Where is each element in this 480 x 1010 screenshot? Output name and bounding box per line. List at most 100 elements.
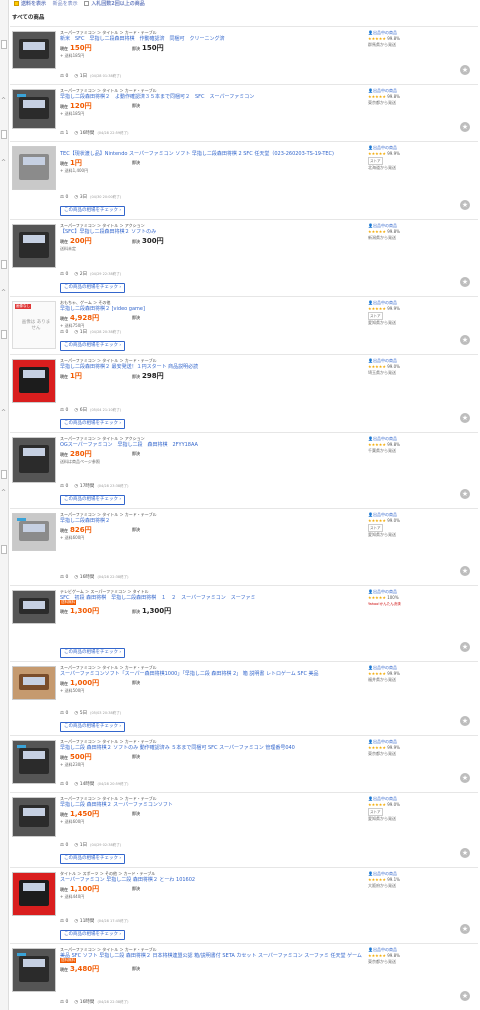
chevron-icon[interactable]: ^	[1, 290, 6, 296]
seller-items-label: 出品中の商品	[372, 88, 397, 93]
item-thumbnail[interactable]	[12, 89, 56, 129]
item-thumbnail[interactable]	[12, 359, 56, 403]
cartridge-label	[23, 601, 45, 609]
watchlist-star-icon[interactable]: ★	[460, 848, 470, 858]
watchlist-star-icon[interactable]: ★	[460, 122, 470, 132]
item-thumbnail[interactable]	[12, 224, 56, 268]
end-time: (05/03 20:38終了)	[90, 711, 122, 715]
watchlist-star-icon[interactable]: ★	[460, 991, 470, 1001]
item-title-link[interactable]: 美品 SFC ソフト 早指し二段 森田将棋２ 日本将棋連盟公認 箱/説明書付 S…	[60, 952, 370, 959]
item-title-link[interactable]: スーパーファミコン 早指し二段 森田将棋２ とーわ 101602	[60, 876, 370, 883]
current-price: 現在 1円	[60, 158, 82, 168]
item-title-link[interactable]: 新米 SFC 早指し二段森田将棋 作動確認済 同梱可 クリーニング済	[60, 35, 370, 42]
watchlist-star-icon[interactable]: ★	[460, 773, 470, 783]
item-meta: ⚖ 0 ◷ 6日 (05/04 21:10終了)	[60, 407, 121, 413]
market-price-button[interactable]: この商品の相場をチェック ›	[60, 206, 126, 216]
item-title-link[interactable]: 早指し二段森田将棋２ [video game]	[60, 305, 370, 312]
market-price-button[interactable]: この商品の相場をチェック ›	[60, 341, 126, 351]
buynow-label: 即決	[132, 754, 140, 759]
thumb-tag	[17, 518, 26, 521]
buynow-price-value: 1,300円	[142, 607, 172, 615]
cartridge-label	[23, 370, 45, 378]
item-title-link[interactable]: 早指し二段 森田将棋２ ソフトのみ 動作確認済み ５本まで同梱可 SFC スーパ…	[60, 744, 370, 751]
current-label: 現在	[60, 887, 68, 892]
buynow-price: 即決	[132, 525, 142, 533]
time-left: ◷ 5日	[74, 711, 87, 716]
chevron-icon[interactable]: ^	[1, 410, 6, 416]
item-title-link[interactable]: スーパーファミコンソフト「スーパー森田将棋1000」「早指し二段 森田将棋 2」…	[60, 670, 370, 677]
item-thumbnail[interactable]	[12, 740, 56, 784]
item-title-link[interactable]: 【SFC】早指し二段森田将棋２ ソフトのみ	[60, 228, 370, 235]
market-price-button[interactable]: この商品の相場をチェック ›	[60, 419, 126, 429]
rail-handle[interactable]	[1, 545, 7, 554]
cartridge-label	[23, 959, 45, 967]
buynow-price: 即決	[132, 678, 142, 686]
rail-handle[interactable]	[1, 40, 7, 49]
item-meta: ⚖ 0 ◷ 17時間 (04/28 23:38終了)	[60, 483, 128, 489]
watchlist-star-icon[interactable]: ★	[460, 716, 470, 726]
filter-bids-2plus[interactable]: 入札回数2回以上の商品	[84, 1, 145, 7]
item-thumbnail[interactable]	[12, 31, 56, 69]
market-price-button[interactable]: この商品の相場をチェック ›	[60, 930, 126, 940]
market-price-button[interactable]: この商品の相場をチェック ›	[60, 495, 126, 505]
chevron-icon[interactable]: ^	[1, 490, 6, 496]
current-price-value: 4,928円	[70, 314, 100, 322]
watchlist-star-icon[interactable]: ★	[460, 489, 470, 499]
checkbox-icon[interactable]	[84, 1, 90, 6]
watchlist-star-icon[interactable]: ★	[460, 566, 470, 576]
rail-handle[interactable]	[1, 470, 7, 479]
item-thumbnail[interactable]	[12, 666, 56, 700]
item-thumbnail[interactable]	[12, 590, 56, 624]
shipping-fee: + 送料1,400円	[60, 168, 89, 173]
checkbox-icon[interactable]	[14, 1, 19, 6]
seller-info: 👤出品中の商品 ★★★★★ 99.0% 埼玉県から発送	[368, 358, 458, 376]
item-title-link[interactable]: 早指し二段森田将棋２	[60, 517, 370, 524]
star-icons: ★★★★★	[368, 94, 386, 99]
item-thumbnail[interactable]	[12, 797, 56, 837]
item-title-link[interactable]: 早指し二段森田将棋２ 最安発送！１円スタート 商品説明必読	[60, 363, 370, 370]
item-thumbnail[interactable]	[12, 146, 56, 190]
ship-from: 大阪府から発送	[368, 883, 396, 888]
bid-count: ⚖ 1	[60, 131, 68, 136]
filter-show-shipping[interactable]: 送料を表示	[14, 1, 46, 7]
watchlist-star-icon[interactable]: ★	[460, 65, 470, 75]
item-meta: ⚖ 1 ◷ 16時間 (04/28 22:59終了)	[60, 130, 128, 136]
market-price-button[interactable]: この商品の相場をチェック ›	[60, 722, 126, 732]
item-thumbnail[interactable]: 画像なし 画像は ありません	[12, 301, 56, 349]
rail-handle[interactable]	[1, 260, 7, 269]
shipping-fee: + 送料440円	[60, 894, 85, 899]
filter-show-new[interactable]: 新品を表示	[53, 1, 78, 7]
item-meta: ⚖ 0 ◷ 16時間 (04/28 22:38終了)	[60, 574, 128, 580]
item-title-link[interactable]: OGスーパーファミコン 早指し二段 森田将棋 2FYY18AA	[60, 441, 370, 448]
watchlist-star-icon[interactable]: ★	[460, 335, 470, 345]
item-thumbnail[interactable]	[12, 513, 56, 551]
item-title-link[interactable]: TEC【現状渡し品】Nintendo スーパーファミコン ソフト 早指し二段森田…	[60, 150, 370, 157]
rail-handle[interactable]	[1, 130, 7, 139]
rail-handle[interactable]	[1, 330, 7, 339]
item-thumbnail[interactable]	[12, 872, 56, 916]
watchlist-star-icon[interactable]: ★	[460, 413, 470, 423]
result-item: スーパーファミコン ＞ タイトル ＞ カード・テーブル 美品 SFC ソフト 早指…	[10, 943, 478, 1010]
watchlist-star-icon[interactable]: ★	[460, 277, 470, 287]
time-left-value: 2日	[79, 272, 88, 277]
watchlist-star-icon[interactable]: ★	[460, 642, 470, 652]
item-thumbnail[interactable]	[12, 948, 56, 992]
item-title-link[interactable]: 早指し二段 森田将棋２ スーパーファミコンソフト	[60, 801, 370, 808]
item-title-link[interactable]: SFC 初段 森田将棋 早指し二段森田将棋 １ ２ スーパーファミコン スーファ…	[60, 594, 370, 601]
cartridge-label	[23, 448, 45, 456]
watchlist-star-icon[interactable]: ★	[460, 200, 470, 210]
item-thumbnail[interactable]	[12, 437, 56, 483]
market-price-button[interactable]: この商品の相場をチェック ›	[60, 854, 126, 864]
current-price-value: 280円	[70, 450, 92, 458]
chevron-icon[interactable]: ^	[1, 160, 6, 166]
market-price-button[interactable]: この商品の相場をチェック ›	[60, 283, 126, 293]
store-tag: ストア	[368, 157, 383, 165]
current-price: 現在 3,480円	[60, 964, 99, 974]
rating-value: 99.1%	[387, 877, 400, 882]
star-icons: ★★★★★	[368, 518, 386, 523]
chevron-icon[interactable]: ^	[1, 98, 6, 104]
market-price-button[interactable]: この商品の相場をチェック ›	[60, 648, 126, 658]
watchlist-star-icon[interactable]: ★	[460, 924, 470, 934]
item-title-link[interactable]: 早指し二段森田将棋２ よ動作確認済３５本まで同梱可２ SFC スーパーファミコン	[60, 93, 370, 100]
shipping-fee: 送料未定	[60, 246, 76, 251]
